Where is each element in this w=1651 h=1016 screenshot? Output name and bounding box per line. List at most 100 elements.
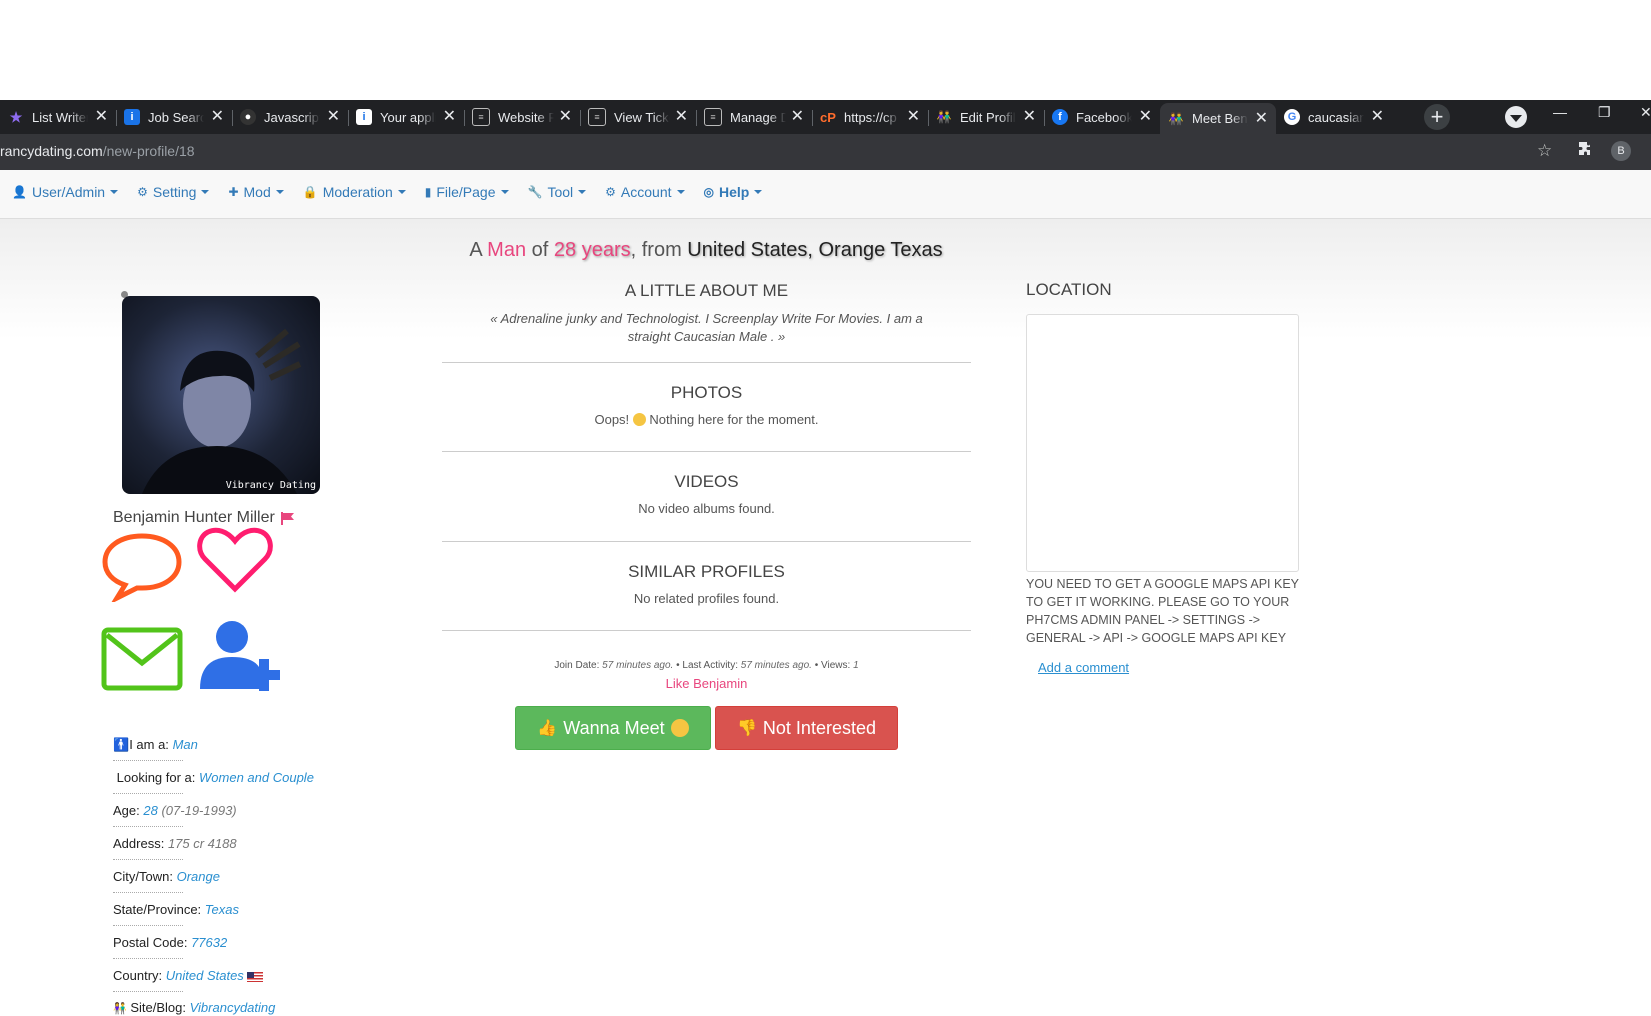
profile-stats: Join Date: 57 minutes ago. • Last Activi… — [554, 660, 859, 671]
profile-page: A Man of 28 years, from United States, O… — [0, 219, 1651, 1016]
close-icon[interactable]: ✕ — [95, 109, 108, 125]
github-icon: ● — [240, 109, 256, 125]
tab-google-caucasian[interactable]: G caucasian ✕ — [1276, 103, 1392, 131]
close-icon[interactable]: ✕ — [675, 109, 688, 125]
close-icon[interactable]: ✕ — [1139, 109, 1152, 125]
us-flag-icon — [247, 971, 264, 982]
menu-setting[interactable]: ⚙ Setting — [137, 184, 210, 200]
map-placeholder[interactable] — [1026, 314, 1299, 572]
couple-icon: 👫 — [1168, 111, 1184, 126]
tab-your-application[interactable]: i Your applic ✕ — [348, 103, 464, 131]
like-link[interactable]: Like Benjamin — [442, 676, 971, 691]
info-country: Country: United States — [113, 968, 264, 983]
thumbs-down-icon: 👎 — [737, 720, 757, 737]
tab-website-r[interactable]: ≡ Website R ✕ — [464, 103, 580, 131]
menu-file-page[interactable]: ▮ File/Page — [425, 184, 509, 200]
heart-icon[interactable] — [195, 525, 275, 595]
country-link[interactable]: United States — [166, 968, 244, 983]
close-icon[interactable]: ✕ — [443, 109, 456, 125]
menu-moderation[interactable]: 🔒 Moderation — [303, 184, 406, 200]
avatar[interactable]: B — [1611, 141, 1631, 161]
state-link[interactable]: Texas — [205, 902, 239, 917]
gear-icon: ⚙ — [137, 185, 148, 199]
menu-tool[interactable]: 🔧 Tool — [528, 184, 587, 200]
not-interested-button[interactable]: 👎 Not Interested — [715, 706, 898, 750]
close-icon[interactable]: ✕ — [559, 109, 572, 125]
tab-meet-benjamin[interactable]: 👫 Meet Benj ✕ — [1160, 103, 1276, 134]
caret-down-icon — [500, 190, 509, 194]
wrench-icon: 🔧 — [527, 185, 543, 199]
looking-for-link[interactable]: Women and Couple — [199, 770, 314, 785]
caret-down-icon — [110, 190, 119, 194]
close-icon[interactable]: ✕ — [791, 109, 804, 125]
tab-edit-profile[interactable]: 👫 Edit Profile ✕ — [928, 103, 1044, 131]
portrait-image — [142, 328, 302, 494]
blank-top-area — [0, 0, 1651, 100]
url-text[interactable]: rancydating.com/new-profile/18 — [0, 143, 195, 159]
tab-list-writer[interactable]: ★ List Writer ✕ — [0, 103, 116, 131]
google-icon: G — [1284, 109, 1300, 125]
facebook-icon: f — [1052, 109, 1068, 125]
page-title: A Man of 28 years, from United States, O… — [469, 239, 943, 261]
caret-down-icon — [397, 190, 406, 194]
restore-icon[interactable]: ❐ — [1598, 104, 1611, 121]
location-title: LOCATION — [1026, 280, 1112, 299]
tab-search-button[interactable] — [1505, 106, 1527, 128]
info-site-blog: 👫 Site/Blog: Vibrancydating — [113, 1000, 276, 1015]
sex-link[interactable]: Man — [173, 737, 198, 752]
page-icon: ≡ — [588, 108, 606, 126]
add-comment-link[interactable]: Add a comment — [1038, 660, 1129, 675]
close-icon[interactable]: ✕ — [1371, 109, 1384, 125]
browser-tab-strip: ★ List Writer ✕ i Job Search ✕ ● Javascr… — [0, 100, 1651, 134]
similar-profiles-section: SIMILAR PROFILES No related profiles fou… — [628, 562, 785, 606]
tab-job-search[interactable]: i Job Search ✕ — [116, 103, 232, 131]
postal-code-link[interactable]: 77632 — [191, 935, 227, 950]
tab-javascript[interactable]: ● Javascript ✕ — [232, 103, 348, 131]
tab-facebook[interactable]: f Facebook ✕ — [1044, 103, 1160, 131]
male-icon: 🚹 — [113, 737, 130, 752]
profile-photo[interactable]: Vibrancy Dating — [122, 296, 320, 494]
info-address: Address: 175 cr 4188 — [113, 836, 237, 851]
plus-icon: + — [1430, 104, 1444, 129]
photos-section: PHOTOS Oops! Nothing here for the moment… — [594, 383, 819, 427]
chat-icon[interactable] — [101, 532, 183, 602]
chevron-down-icon — [1510, 114, 1522, 122]
minimize-icon[interactable]: — — [1553, 104, 1567, 120]
add-friend-icon[interactable] — [195, 619, 289, 691]
menu-account[interactable]: ⚙ Account — [605, 184, 685, 200]
wanna-meet-button[interactable]: 👍 Wanna Meet — [515, 706, 711, 750]
info-city: City/Town: Orange — [113, 869, 220, 884]
menu-mod[interactable]: ✚ Mod — [228, 184, 284, 200]
star-struck-icon — [670, 719, 689, 737]
bookmark-star-icon[interactable]: ☆ — [1537, 141, 1552, 161]
close-icon[interactable]: ✕ — [1023, 109, 1036, 125]
tab-cpanel[interactable]: cP https://cp ✕ — [812, 103, 928, 131]
site-blog-link[interactable]: Vibrancydating — [190, 1000, 276, 1015]
videos-section: VIDEOS No video albums found. — [638, 472, 775, 516]
new-tab-button[interactable]: + — [1424, 104, 1450, 130]
close-icon[interactable]: ✕ — [211, 109, 224, 125]
close-icon[interactable]: ✕ — [907, 109, 920, 125]
city-link[interactable]: Orange — [177, 869, 220, 884]
report-flag-icon[interactable] — [280, 511, 295, 525]
extensions-puzzle-icon[interactable] — [1578, 141, 1594, 157]
menu-user-admin[interactable]: 👤 User/Admin — [12, 184, 119, 200]
age-link[interactable]: 28 — [143, 803, 157, 818]
star-icon: ★ — [9, 108, 23, 125]
close-icon[interactable]: ✕ — [327, 109, 340, 125]
caret-down-icon — [754, 190, 763, 194]
address-bar[interactable]: rancydating.com/new-profile/18 — [0, 134, 1651, 170]
tab-manage-d[interactable]: ≡ Manage D ✕ — [696, 103, 812, 131]
mail-icon[interactable] — [101, 627, 183, 691]
menu-help[interactable]: ◎ Help — [704, 184, 763, 200]
map-api-note: YOU NEED TO GET A GOOGLE MAPS API KEY TO… — [1026, 577, 1299, 645]
file-icon: ▮ — [424, 185, 432, 199]
info-i-am: 🚹I am a: Man — [113, 737, 198, 752]
caret-down-icon — [275, 190, 284, 194]
close-window-icon[interactable]: ✕ — [1640, 104, 1651, 121]
tab-view-ticket[interactable]: ≡ View Ticke ✕ — [580, 103, 696, 131]
couple-icon: 👫 — [936, 110, 952, 124]
page-icon: ≡ — [472, 108, 490, 126]
close-icon[interactable]: ✕ — [1255, 110, 1268, 127]
puzzle-icon: ✚ — [228, 185, 239, 199]
